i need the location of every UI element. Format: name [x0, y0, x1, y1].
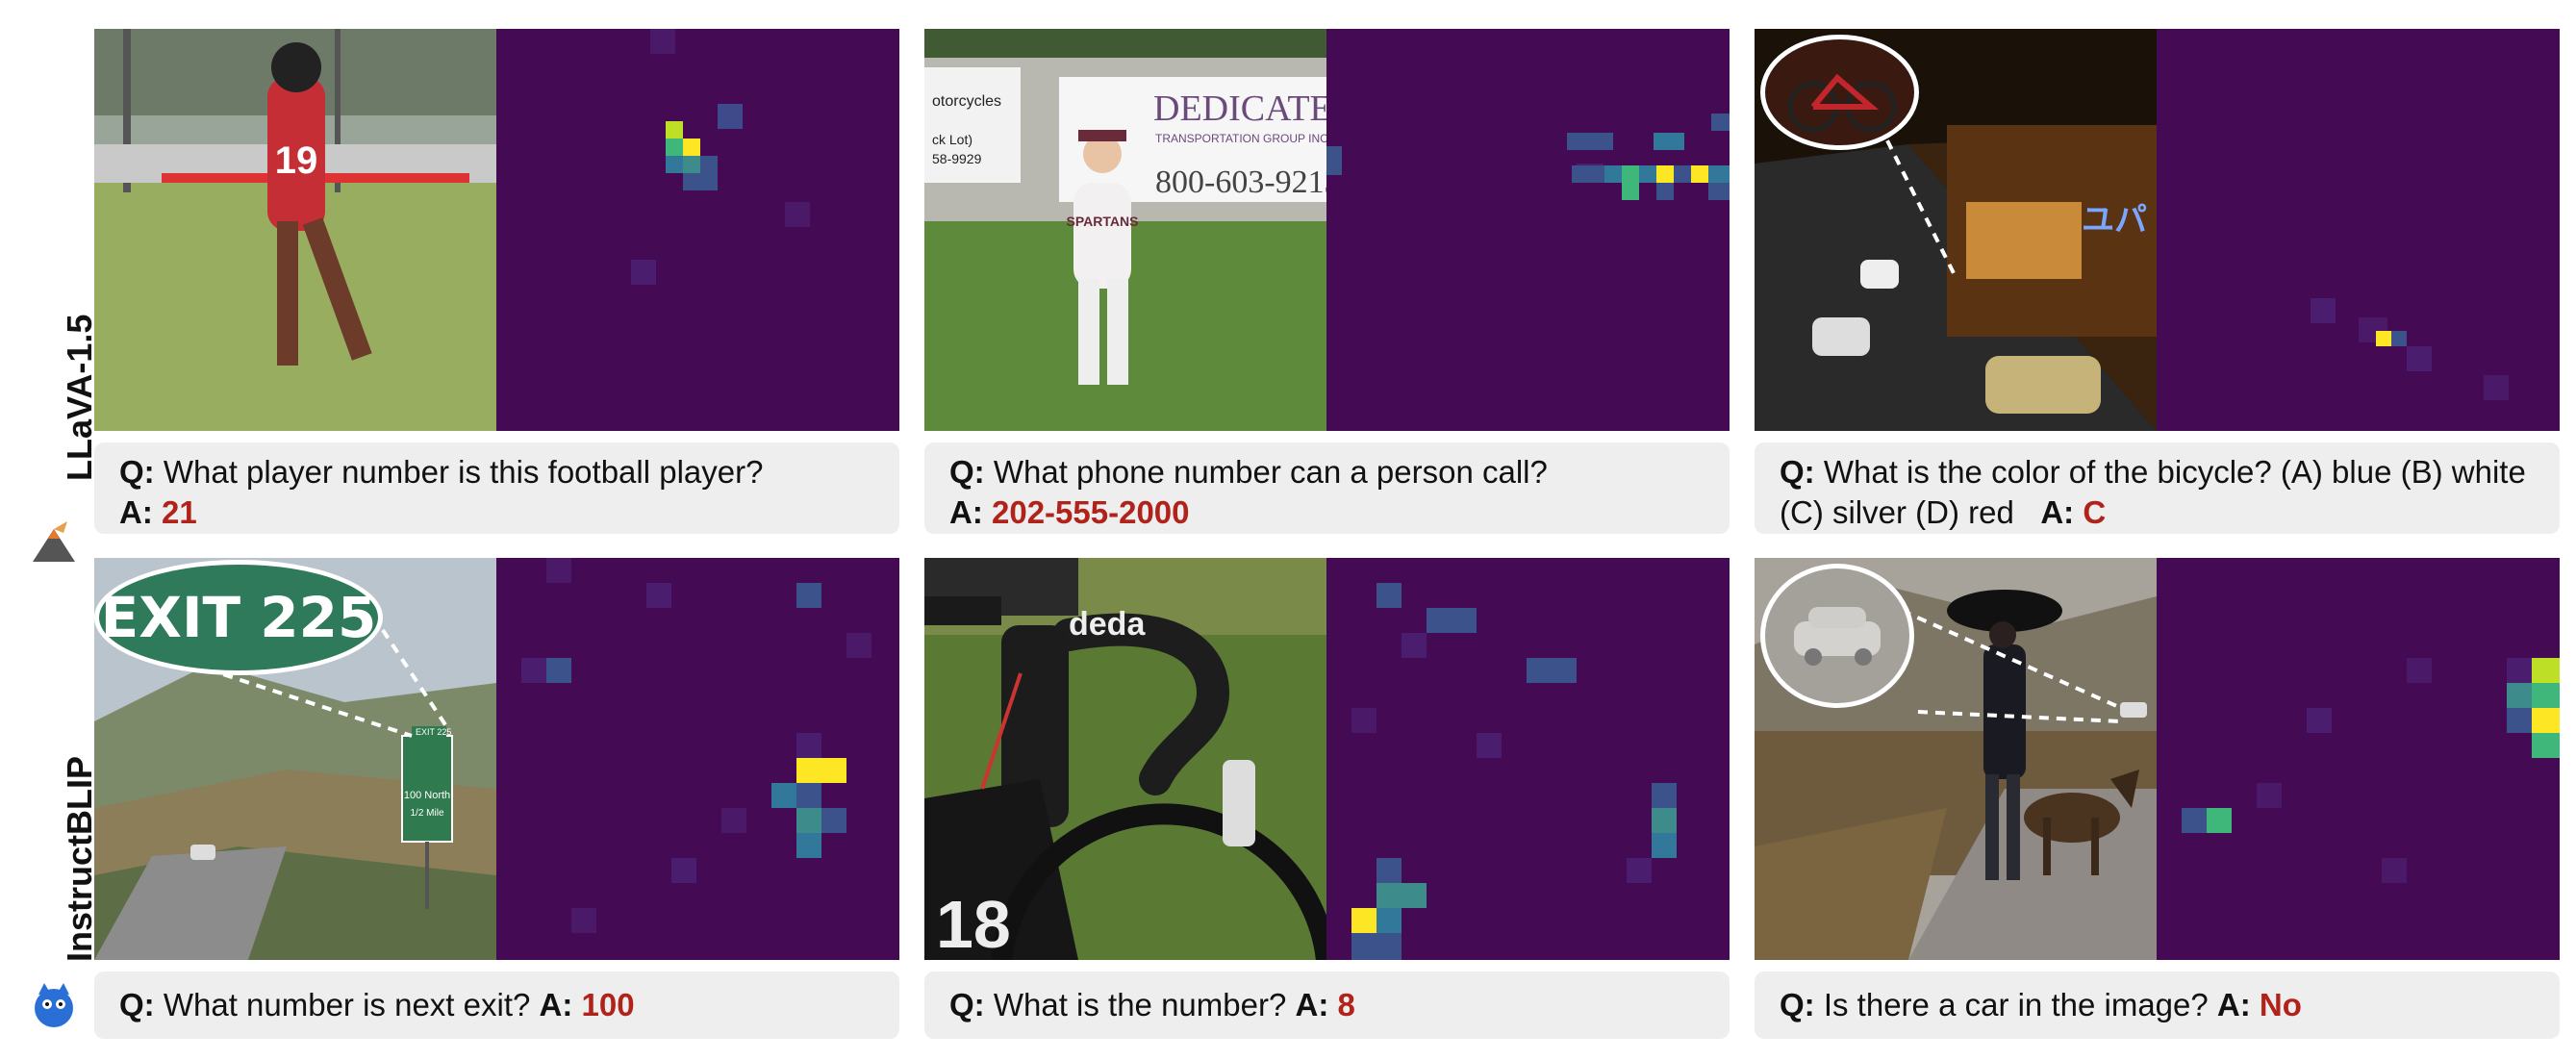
qa-box: Q: What player number is this football p… — [94, 442, 899, 534]
banner-top: DEDICATED — [1153, 88, 1326, 129]
football-photo: 19 — [94, 29, 496, 431]
banner-mid: TRANSPORTATION GROUP INC — [1155, 132, 1326, 145]
highway-photo: EXIT 225 100 North 1/2 Mile EXIT 225 — [94, 558, 496, 960]
attention-heatmap — [496, 558, 899, 960]
sign-exit-small: EXIT 225 — [416, 727, 451, 737]
neon-sign: ユパ — [2082, 202, 2147, 239]
question-text: What number is next exit? — [163, 987, 531, 1022]
banner-left-1: otorcycles — [932, 93, 1001, 110]
qa-box: Q: What number is next exit? A: 100 — [94, 972, 899, 1039]
panel-dog-walk: Q: Is there a car in the image? A: No — [1755, 558, 2560, 1039]
jersey-number: 19 — [275, 139, 318, 182]
banner-left-2: ck Lot) — [932, 132, 972, 147]
bike-number: 18 — [936, 887, 1011, 960]
question-text: What phone number can a person call? — [993, 454, 1548, 490]
zoom-circle: EXIT 225 — [94, 560, 383, 675]
attention-heatmap — [496, 29, 899, 431]
exit-big-text: EXIT 225 — [100, 585, 377, 650]
answer-prefix: A: — [949, 494, 983, 530]
banner-left-3: 58-9929 — [932, 151, 982, 166]
attention-heatmap — [2157, 558, 2560, 960]
question-text: What player number is this football play… — [163, 454, 764, 490]
bicycle-photo: deda 18 — [924, 558, 1326, 960]
question-prefix: Q: — [119, 987, 155, 1022]
row-label-llava: LLaVA-1.5 — [0, 29, 99, 562]
answer-text: 202-555-2000 — [992, 494, 1190, 530]
shirt-text: SPARTANS — [1067, 214, 1139, 229]
sign-line-2: 1/2 Mile — [410, 808, 443, 819]
bike-brand: deda — [1069, 606, 1146, 643]
dog-walk-photo — [1755, 558, 2157, 960]
qa-box: Q: Is there a car in the image? A: No — [1755, 972, 2560, 1039]
question-prefix: Q: — [949, 454, 985, 490]
attention-heatmap — [1326, 29, 1730, 431]
attention-heatmap — [1326, 558, 1730, 960]
panel-bicycle: deda 18 Q: What is the number? A: 8 — [924, 558, 1730, 1039]
answer-text: 8 — [1337, 987, 1355, 1022]
answer-prefix: A: — [539, 987, 573, 1022]
question-prefix: Q: — [119, 454, 155, 490]
question-text: Is there a car in the image? — [1823, 987, 2209, 1022]
question-prefix: Q: — [1780, 454, 1815, 490]
answer-text: 21 — [162, 494, 197, 530]
answer-text: 100 — [581, 987, 635, 1022]
qa-box: Q: What is the color of the bicycle? (A)… — [1755, 442, 2560, 534]
answer-prefix: A: — [2040, 494, 2075, 530]
banner-phone: 800-603-9213 — [1155, 164, 1326, 200]
panel-exit-sign: EXIT 225 100 North 1/2 Mile EXIT 225 Q: … — [94, 558, 899, 1039]
baseball-photo: otorcycles ck Lot) 58-9929 DEDICATED TRA… — [924, 29, 1326, 431]
zoom-circle — [1760, 35, 1919, 150]
question-text: What is the number? — [993, 987, 1287, 1022]
answer-prefix: A: — [1295, 987, 1329, 1022]
qa-box: Q: What phone number can a person call? … — [924, 442, 1730, 534]
row-label-instructblip: InstructBLIP — [0, 558, 99, 1039]
question-text: What is the color of the bicycle? (A) bl… — [1780, 454, 2526, 530]
instructblip-mascot-icon — [35, 983, 73, 1027]
sign-line-1: 100 North — [404, 790, 450, 801]
qa-box: Q: What is the number? A: 8 — [924, 972, 1730, 1039]
zoom-circle — [1760, 564, 1914, 708]
panel-baseball: otorcycles ck Lot) 58-9929 DEDICATED TRA… — [924, 29, 1730, 534]
answer-text: No — [2259, 987, 2302, 1022]
answer-prefix: A: — [119, 494, 153, 530]
street-night-photo: ユパ — [1755, 29, 2157, 431]
panel-football: 19 Q: What player number is this footbal… — [94, 29, 899, 534]
question-prefix: Q: — [949, 987, 985, 1022]
answer-text: C — [2083, 494, 2107, 530]
answer-prefix: A: — [2216, 987, 2251, 1022]
attention-heatmap — [2157, 29, 2560, 431]
panel-street-night: ユパ Q: What is the color of the bicycle? … — [1755, 29, 2560, 534]
question-prefix: Q: — [1780, 987, 1815, 1022]
